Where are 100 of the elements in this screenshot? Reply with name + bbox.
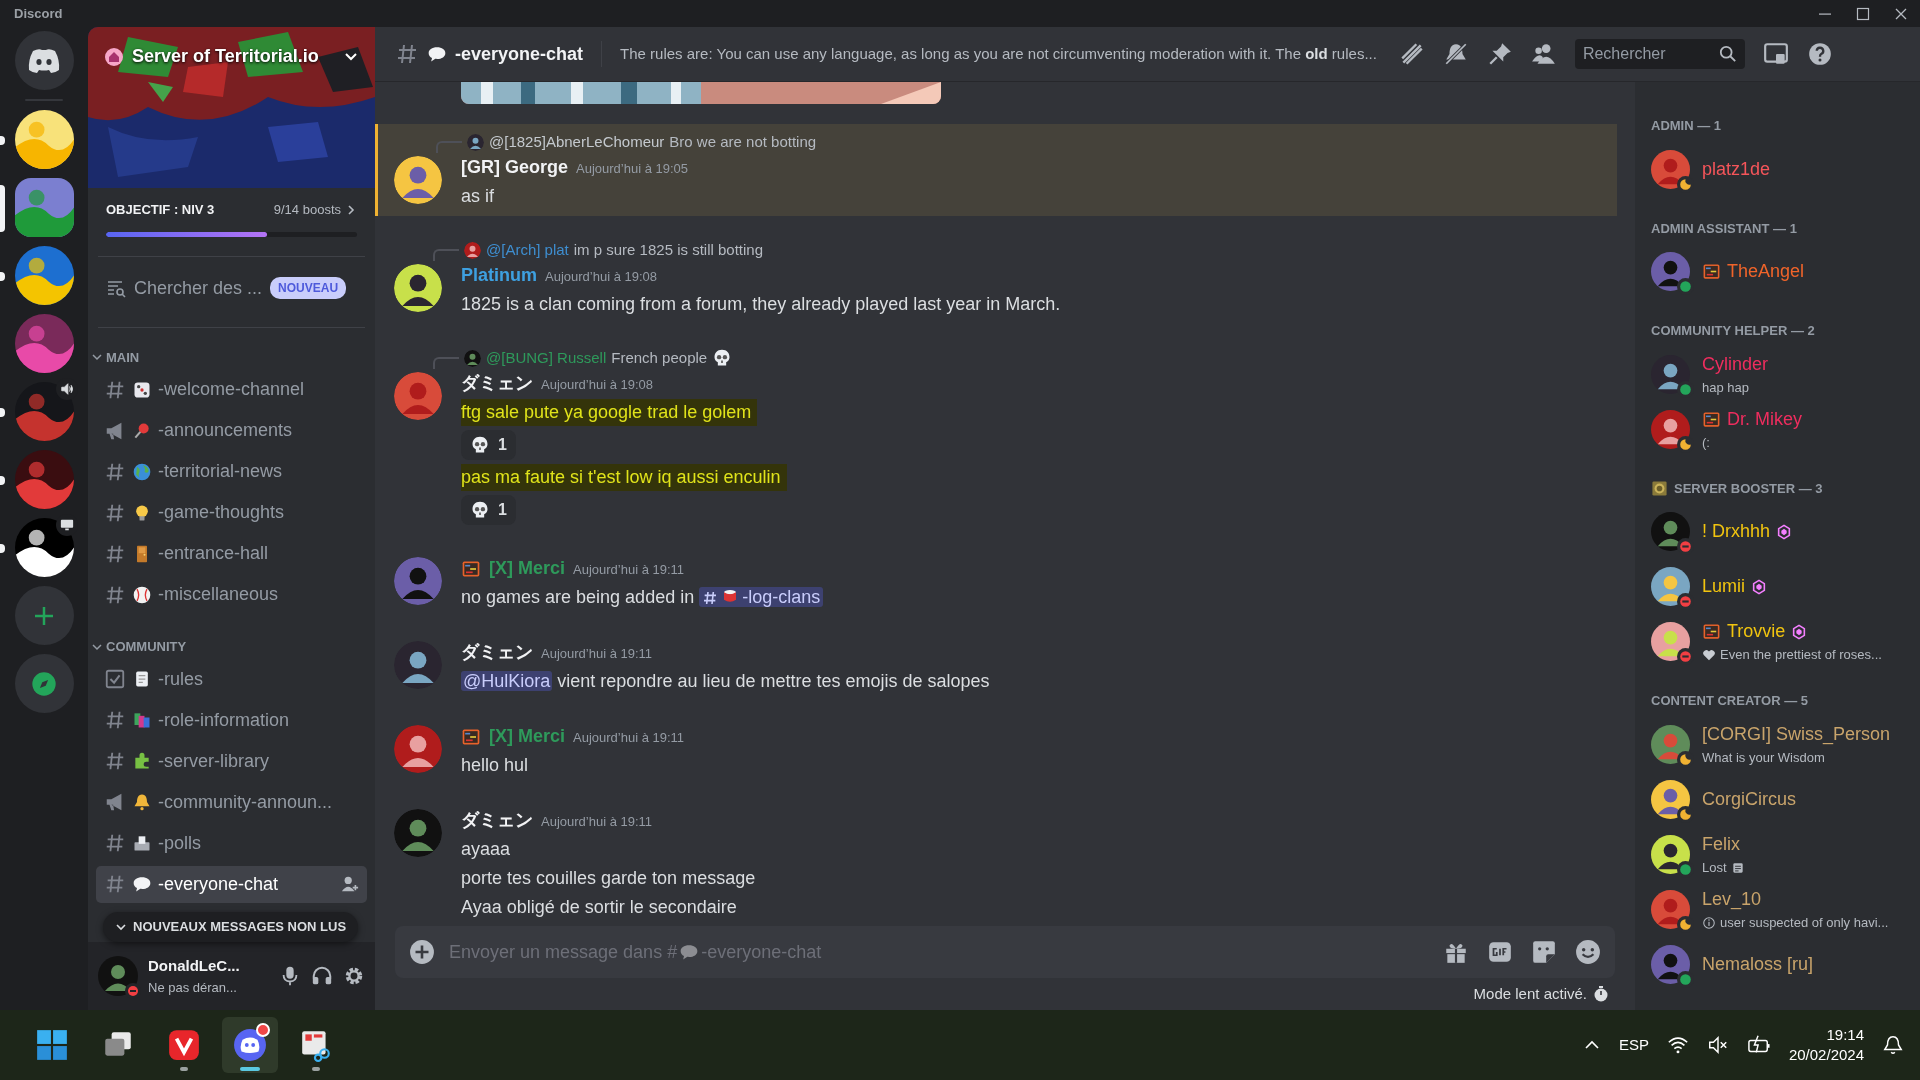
category-label[interactable]: MAIN — [106, 347, 140, 367]
speech-bubble-icon — [679, 942, 700, 962]
boost-count[interactable]: 9/14 boosts — [273, 200, 341, 220]
search-icon — [1718, 45, 1737, 63]
channel-item[interactable]: -entrance-hall — [96, 535, 367, 572]
avatar — [467, 133, 484, 151]
discord-app-button[interactable] — [222, 1017, 278, 1073]
member-name[interactable]: Nemaloss [ru] — [1702, 950, 1814, 978]
channel-mention-link[interactable]: -log-clans — [699, 587, 824, 607]
channel-item[interactable]: -everyone-chat — [96, 865, 367, 903]
channel-item[interactable]: -territorial-news — [96, 453, 367, 490]
author-name[interactable]: ダミェン — [461, 807, 533, 834]
role-heading: CONTENT CREATOR — 5 — [1651, 692, 1808, 710]
category-label[interactable]: COMMUNITY — [106, 637, 187, 657]
speaker-muted-icon[interactable] — [1706, 1034, 1729, 1056]
hash-icon — [104, 873, 126, 895]
puzzle-piece-icon — [132, 751, 152, 771]
member-name[interactable]: Trovvie — [1727, 618, 1786, 646]
message-text: hello hul — [461, 754, 529, 777]
member-name[interactable]: platz1de — [1702, 155, 1771, 183]
add-attachment-icon[interactable] — [409, 939, 435, 965]
close-button[interactable] — [1894, 6, 1908, 21]
timestamp: Aujourd’hui à 19:11 — [573, 561, 685, 579]
channel-item[interactable]: -miscellaneous — [96, 576, 367, 613]
windows-logo-icon — [35, 1028, 69, 1062]
settings-icon[interactable] — [343, 965, 365, 987]
reaction-button[interactable]: 1 — [461, 430, 516, 460]
speech-bubble-icon — [132, 874, 152, 894]
list-search-icon — [106, 278, 126, 298]
search-field[interactable]: Rechercher — [1574, 39, 1745, 69]
member-name[interactable]: Lumii — [1702, 573, 1745, 600]
reply-author[interactable]: @[1825]AbnerLeChomeur — [489, 130, 665, 154]
channel-item[interactable]: -welcome-channel — [96, 371, 367, 408]
reply-author[interactable]: @[Arch] plat — [486, 238, 569, 262]
gif-icon[interactable] — [1487, 939, 1513, 965]
browse-channels-label: Chercher des ... — [134, 276, 263, 300]
message-text: porte tes couilles garde ton message — [461, 867, 756, 890]
user-mention-link[interactable]: @HulKiora — [461, 671, 553, 691]
timestamp: Aujourd’hui à 19:11 — [573, 729, 685, 747]
maximize-button[interactable] — [1856, 6, 1870, 21]
channel-item[interactable]: -community-announ... — [96, 783, 367, 821]
member-name[interactable]: Cylinder — [1702, 350, 1769, 378]
emoji-picker-icon[interactable] — [1575, 939, 1601, 965]
window-title: Discord — [14, 4, 63, 23]
author-name[interactable]: [X] Merci — [489, 723, 566, 750]
member-name[interactable]: ! Drxhhh — [1702, 518, 1771, 545]
member-name[interactable]: Lev_10 — [1702, 885, 1762, 913]
hash-icon — [104, 709, 126, 731]
author-name[interactable]: [X] Merci — [489, 555, 566, 582]
slow-mode-label: Mode lent activé. — [1473, 983, 1587, 1004]
threads-icon[interactable] — [1398, 41, 1425, 67]
reply-preview[interactable]: French people — [611, 346, 708, 370]
message-text: as if — [461, 185, 494, 208]
avatar — [464, 241, 481, 259]
author-name[interactable]: ダミェン — [461, 370, 533, 397]
message-text: Ayaa obligé de sortir le secondaire — [461, 896, 737, 919]
member-name[interactable]: [CORGI] Swiss_Person — [1702, 720, 1891, 748]
sticker-icon[interactable] — [1531, 939, 1557, 965]
members-icon[interactable] — [1530, 41, 1557, 67]
add-member-icon[interactable] — [341, 875, 359, 893]
member-name[interactable]: Dr. Mikey — [1727, 405, 1802, 433]
channel-item[interactable]: -role-information — [96, 701, 367, 739]
channel-item[interactable]: -server-library — [96, 742, 367, 780]
boost-goal-label: OBJECTIF : NIV 3 — [106, 201, 215, 219]
author-name[interactable]: ダミェン — [461, 639, 533, 666]
author-name[interactable]: [GR] George — [461, 154, 568, 181]
ballot-box-icon — [132, 833, 152, 853]
notification-bell-icon[interactable] — [1882, 1034, 1904, 1056]
new-messages-banner[interactable]: NOUVEAUX MESSAGES NON LUS — [103, 912, 359, 942]
author-name[interactable]: Platinum — [461, 262, 537, 289]
channel-topic[interactable]: The rules are: You can use any language, as long as you are not circumventing moderation with it. The old rules... — [620, 42, 1377, 66]
channel-item[interactable]: -rules — [96, 660, 367, 698]
headphones-icon[interactable] — [311, 965, 333, 987]
reply-preview[interactable]: im p sure 1825 is still botting — [573, 238, 764, 262]
language-indicator[interactable]: ESP — [1618, 1033, 1649, 1057]
browse-channels-button[interactable]: Chercher des ... NOUVEAU — [98, 268, 365, 308]
role-heading: COMMUNITY HELPER — 2 — [1651, 322, 1815, 340]
wifi-icon[interactable] — [1666, 1034, 1689, 1056]
member-name[interactable]: Felix — [1702, 830, 1740, 858]
channel-title: -everyone-chat — [455, 42, 584, 66]
channel-item[interactable]: -game-thoughts — [96, 494, 367, 531]
bell-muted-icon[interactable] — [1442, 41, 1469, 67]
member-name[interactable]: TheAngel — [1727, 258, 1805, 285]
inbox-icon[interactable] — [1762, 41, 1789, 67]
clock-date[interactable]: 20/02/2024 — [1788, 1045, 1864, 1065]
avatar — [394, 641, 442, 689]
clock-time[interactable]: 19:14 — [1826, 1025, 1864, 1045]
reply-author[interactable]: @[BUNG] Russell — [486, 346, 607, 370]
hash-icon — [104, 750, 126, 772]
member-name[interactable]: CorgiCircus — [1702, 785, 1797, 813]
reply-connector — [436, 141, 462, 153]
channel-item[interactable]: -announcements — [96, 412, 367, 449]
server-name: Server of Territorial.io — [132, 45, 319, 68]
baseball-icon — [132, 584, 152, 605]
help-icon[interactable] — [1806, 41, 1833, 67]
channel-item[interactable]: -polls — [96, 824, 367, 862]
reply-preview[interactable]: Bro we are not botting — [669, 130, 817, 154]
reaction-button[interactable]: 1 — [461, 495, 516, 525]
avatar — [394, 264, 442, 312]
role-heading: ADMIN — 1 — [1651, 117, 1722, 135]
